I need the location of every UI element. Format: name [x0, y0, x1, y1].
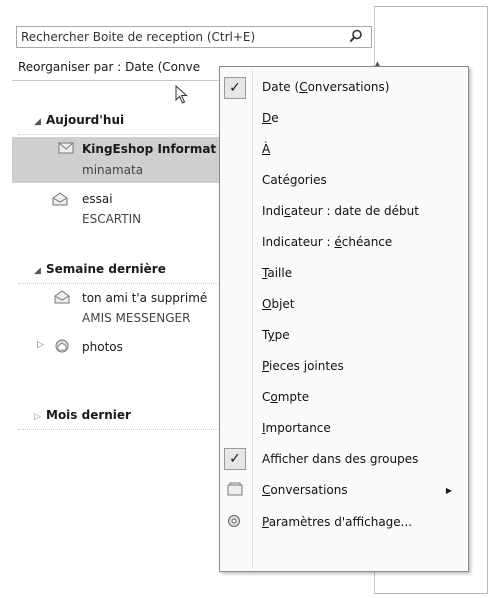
message-subtitle: ESCARTIN	[82, 212, 142, 226]
menu-item-to[interactable]: À	[262, 142, 270, 156]
group-last-month-label: Mois dernier	[46, 408, 131, 422]
conversations-icon	[227, 482, 243, 496]
message-sender[interactable]: ton ami t'a supprimé	[82, 291, 207, 305]
expand-triangle-icon[interactable]: ▷	[37, 340, 44, 350]
conversation-icon	[55, 339, 69, 353]
submenu-arrow-icon: ▶	[445, 486, 452, 495]
checkmark-icon: ✓	[224, 77, 246, 99]
group-last-week-label: Semaine dernière	[46, 262, 166, 276]
menu-item-attachments[interactable]: Pieces jointes	[262, 359, 344, 373]
menu-item-date-conversations[interactable]: Date (Conversations)	[262, 80, 389, 94]
menu-item-categories[interactable]: Catégories	[262, 173, 327, 187]
menu-item-size[interactable]: Taille	[262, 266, 292, 280]
menu-item-flag-due-date[interactable]: Indicateur : échéance	[262, 235, 392, 249]
arrange-by-menu: ✓ Date (Conversations) De À Catégories I…	[219, 66, 469, 572]
view-settings-icon	[228, 515, 240, 527]
message-subtitle: minamata	[82, 163, 144, 177]
message-sender[interactable]: essai	[82, 192, 113, 206]
envelope-icon	[58, 142, 74, 154]
mouse-cursor-icon	[175, 85, 188, 104]
message-sender[interactable]: KingEshop Informat	[82, 142, 216, 156]
envelope-open-icon	[52, 192, 68, 206]
group-today-label: Aujourd'hui	[46, 113, 125, 127]
expand-triangle-icon[interactable]: ▷	[34, 412, 46, 422]
menu-item-type[interactable]: Type	[262, 328, 290, 342]
group-header-last-month[interactable]: ▷ Mois dernier	[34, 408, 131, 422]
menu-item-subject[interactable]: Objet	[262, 297, 295, 311]
arrange-by-label: Reorganiser par : Date (Conve	[18, 60, 201, 74]
search-icon[interactable]	[349, 29, 363, 43]
menu-item-importance[interactable]: Importance	[262, 421, 331, 435]
collapse-triangle-icon[interactable]: ◢	[34, 266, 46, 276]
search-placeholder: Rechercher Boite de reception (Ctrl+E)	[21, 30, 256, 44]
menu-gutter	[252, 69, 253, 569]
menu-item-flag-start-date[interactable]: Indicateur : date de début	[262, 204, 419, 218]
group-header-last-week[interactable]: ◢ Semaine dernière	[34, 262, 166, 276]
group-header-today[interactable]: ◢ Aujourd'hui	[34, 113, 124, 127]
search-input[interactable]: Rechercher Boite de reception (Ctrl+E)	[16, 26, 372, 48]
menu-item-account[interactable]: Compte	[262, 390, 309, 404]
collapse-triangle-icon[interactable]: ◢	[34, 117, 46, 127]
message-subtitle: AMIS MESSENGER	[82, 311, 191, 325]
menu-item-show-in-groups[interactable]: Afficher dans des groupes	[262, 452, 418, 466]
menu-item-from[interactable]: De	[262, 111, 279, 125]
checkmark-icon: ✓	[224, 448, 246, 470]
menu-item-view-settings[interactable]: Paramètres d'affichage...	[262, 515, 412, 529]
envelope-open-icon	[54, 290, 70, 304]
message-sender[interactable]: photos	[82, 340, 123, 354]
menu-item-conversations[interactable]: Conversations	[262, 483, 348, 497]
